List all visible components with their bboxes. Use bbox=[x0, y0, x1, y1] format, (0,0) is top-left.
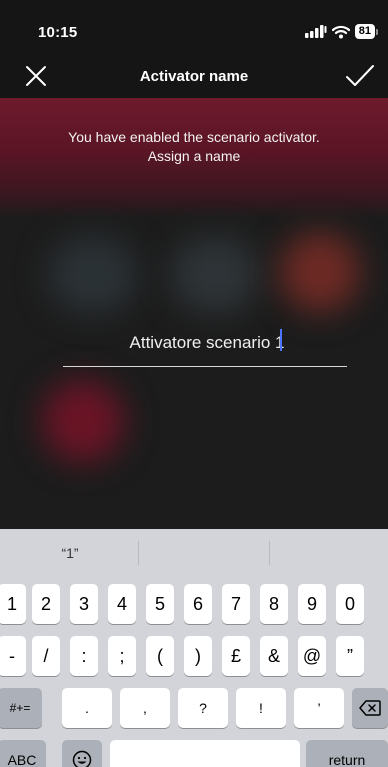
activator-name-input[interactable] bbox=[63, 326, 351, 360]
checkmark-icon[interactable] bbox=[344, 62, 376, 90]
backspace-icon bbox=[359, 700, 381, 716]
background-blur-blob bbox=[280, 232, 360, 312]
key-at[interactable]: @ bbox=[298, 636, 326, 676]
battery-icon: 81 bbox=[354, 24, 378, 39]
key-question[interactable]: ? bbox=[178, 688, 228, 728]
key-2[interactable]: 2 bbox=[32, 584, 60, 624]
background-blur-blob bbox=[48, 236, 138, 314]
key-comma[interactable]: , bbox=[120, 688, 170, 728]
keyboard: “1” 1 2 3 4 5 6 7 8 9 0 - / : ; ( ) £ & … bbox=[0, 529, 388, 767]
text-cursor bbox=[280, 329, 282, 351]
nav-bar: Activator name bbox=[0, 56, 388, 96]
key-ampersand[interactable]: & bbox=[260, 636, 288, 676]
page-title: Activator name bbox=[139, 68, 249, 85]
return-key[interactable]: return bbox=[306, 740, 388, 767]
abc-key[interactable]: ABC bbox=[0, 740, 46, 767]
suggestion-bar: “1” bbox=[0, 529, 388, 577]
key-1[interactable]: 1 bbox=[0, 584, 26, 624]
key-0[interactable]: 0 bbox=[336, 584, 364, 624]
suggestion-item[interactable]: “1” bbox=[10, 545, 130, 561]
status-time: 10:15 bbox=[38, 24, 78, 41]
activator-name-field bbox=[63, 322, 351, 367]
suggestion-divider bbox=[269, 541, 270, 565]
battery-tip bbox=[376, 28, 378, 35]
key-hyphen[interactable]: - bbox=[0, 636, 26, 676]
battery-level: 81 bbox=[354, 24, 375, 39]
signal-icon bbox=[304, 25, 327, 38]
status-bar: 10:15 81 bbox=[0, 0, 388, 48]
key-7[interactable]: 7 bbox=[222, 584, 250, 624]
key-quote[interactable]: ” bbox=[336, 636, 364, 676]
space-key[interactable] bbox=[110, 740, 300, 767]
wifi-icon bbox=[331, 25, 350, 38]
delete-key[interactable] bbox=[352, 688, 388, 728]
suggestion-divider bbox=[138, 541, 139, 565]
status-icons: 81 bbox=[304, 24, 378, 39]
key-6[interactable]: 6 bbox=[184, 584, 212, 624]
info-message: You have enabled the scenario activator.… bbox=[20, 128, 368, 166]
background-blur-blob bbox=[170, 236, 260, 314]
key-9[interactable]: 9 bbox=[298, 584, 326, 624]
key-5[interactable]: 5 bbox=[146, 584, 174, 624]
emoji-icon bbox=[72, 750, 92, 767]
key-semicolon[interactable]: ; bbox=[108, 636, 136, 676]
screen: 10:15 81 Activator name You have enabled… bbox=[0, 0, 388, 767]
hero-banner: You have enabled the scenario activator.… bbox=[0, 98, 388, 218]
key-close-paren[interactable]: ) bbox=[184, 636, 212, 676]
emoji-key[interactable] bbox=[62, 740, 102, 767]
key-3[interactable]: 3 bbox=[70, 584, 98, 624]
key-apostrophe[interactable]: ’ bbox=[294, 688, 344, 728]
key-slash[interactable]: / bbox=[32, 636, 60, 676]
info-message-line-2: Assign a name bbox=[147, 148, 241, 164]
background-blur-blob bbox=[42, 380, 124, 462]
symbols-toggle-key[interactable]: #+= bbox=[0, 688, 42, 728]
key-exclamation[interactable]: ! bbox=[236, 688, 286, 728]
key-period[interactable]: . bbox=[62, 688, 112, 728]
info-message-line-1: You have enabled the scenario activator. bbox=[68, 129, 320, 145]
key-open-paren[interactable]: ( bbox=[146, 636, 174, 676]
key-colon[interactable]: : bbox=[70, 636, 98, 676]
key-4[interactable]: 4 bbox=[108, 584, 136, 624]
key-pound[interactable]: £ bbox=[222, 636, 250, 676]
key-8[interactable]: 8 bbox=[260, 584, 288, 624]
